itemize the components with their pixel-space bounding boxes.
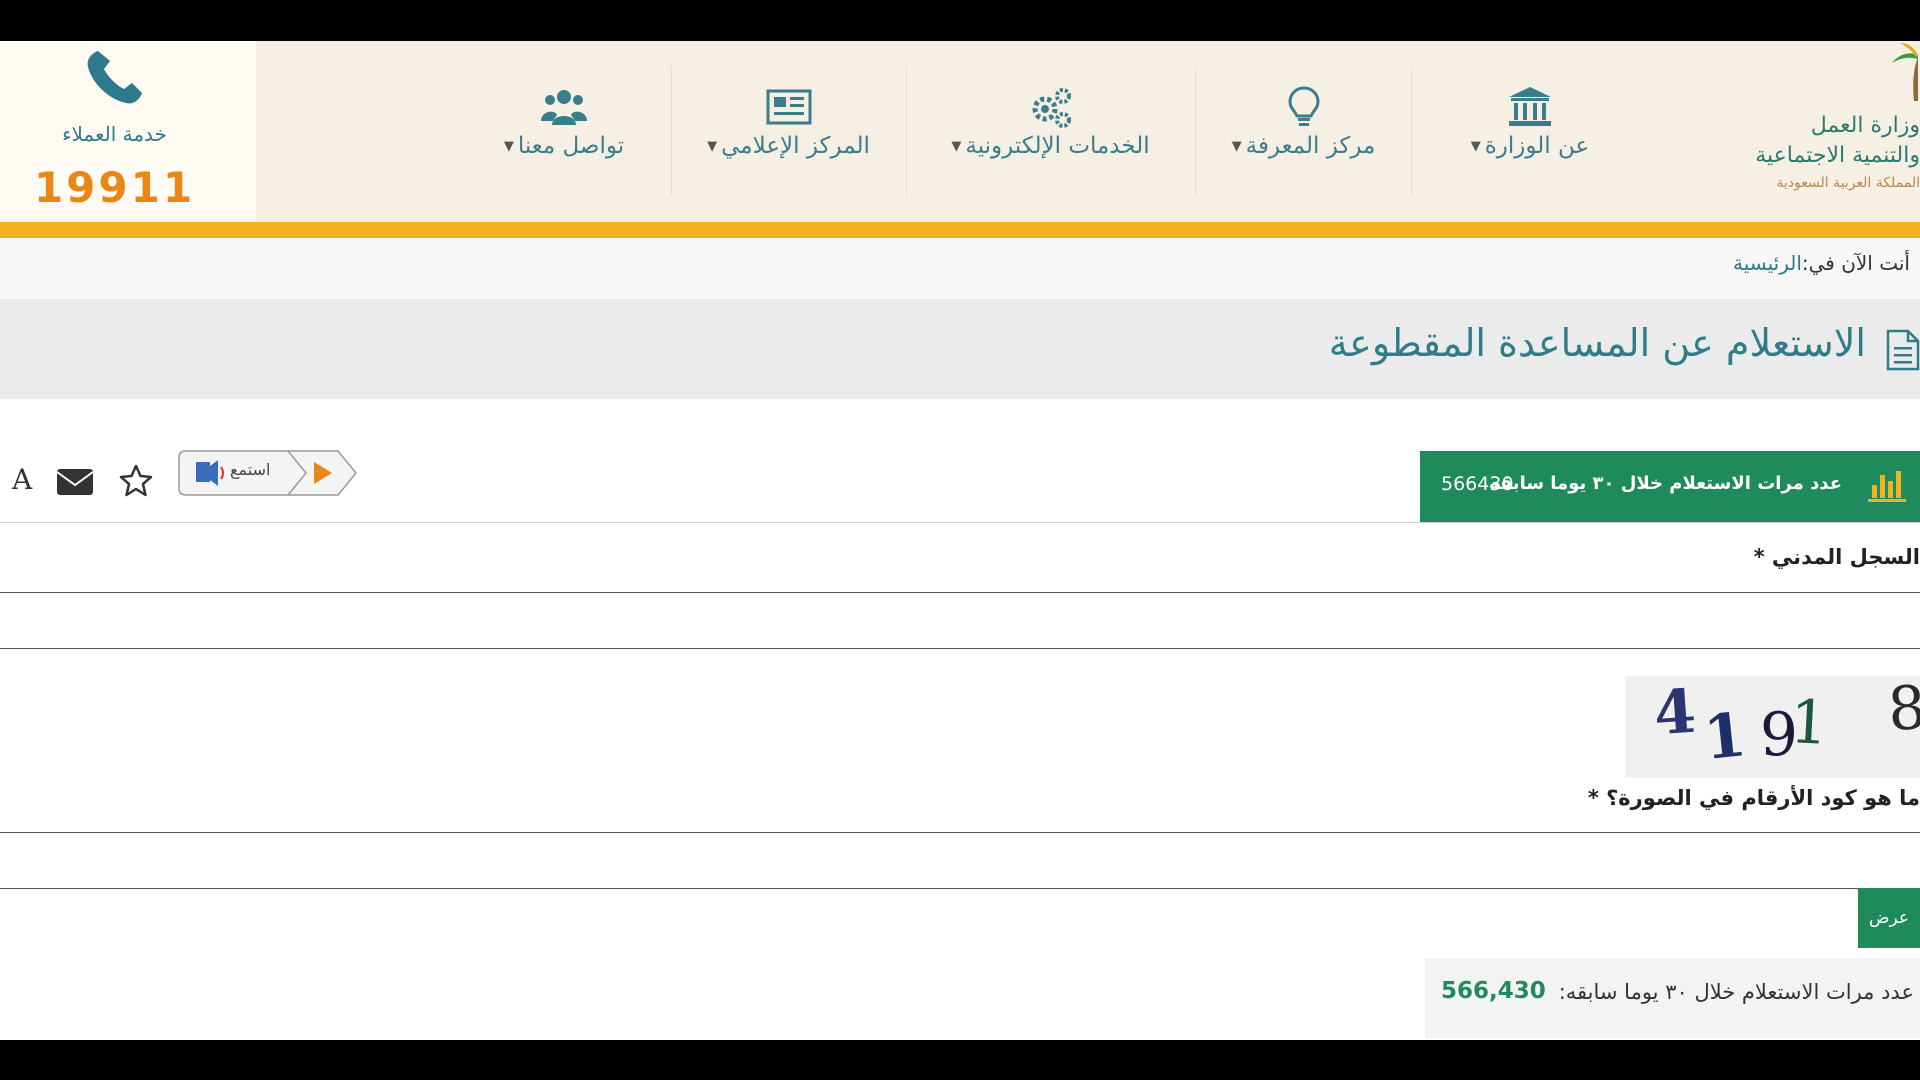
captcha-digit: 1 [1700, 700, 1750, 774]
chevron-down-icon: ▼ [1231, 139, 1242, 154]
nav-about-ministry[interactable]: عن الوزارة▼ [1412, 41, 1648, 222]
inquiry-count-value: 566,430 [1441, 978, 1546, 1004]
nav-e-services[interactable]: الخدمات الإلكترونية▼ [906, 41, 1195, 222]
captcha-input[interactable] [0, 832, 1920, 889]
listen-label: استمع [230, 460, 271, 479]
lightbulb-icon [1287, 86, 1320, 126]
palm-tree-icon [1892, 43, 1918, 101]
nav-divider [671, 66, 672, 196]
bar-chart-icon [1868, 471, 1906, 502]
captcha-label: ما هو كود الأرقام في الصورة؟ * [1587, 786, 1920, 810]
nav-label: الخدمات الإلكترونية▼ [951, 133, 1150, 159]
logo-line-1: وزارة العمل [1810, 113, 1920, 138]
captcha-image: 8 1 9 1 4 [1625, 676, 1920, 778]
phone-icon [87, 51, 142, 104]
inquiry-count-label: عدد مرات الاستعلام خلال ٣٠ يوما سابقه: [1558, 980, 1914, 1004]
civil-id-input[interactable] [0, 592, 1920, 649]
nav-label: المركز الإعلامي▼ [707, 133, 870, 159]
chevron-down-icon: ▼ [951, 139, 962, 154]
font-size-toggle[interactable]: A [12, 463, 32, 496]
newspaper-icon [766, 89, 811, 125]
gears-icon [1032, 88, 1071, 128]
nav-knowledge-center[interactable]: مركز المعرفة▼ [1196, 41, 1411, 222]
captcha-digit: 4 [1651, 676, 1699, 750]
stats-bar: عدد مرات الاستعلام خلال ٣٠ يوما سابقه 56… [1420, 451, 1920, 522]
breadcrumb-home-link[interactable]: الرئيسية [1733, 251, 1802, 275]
header-accent-bar [0, 222, 1920, 238]
stats-label: عدد مرات الاستعلام خلال ٣٠ يوما سابقه [1488, 473, 1842, 494]
nav-media-center[interactable]: المركز الإعلامي▼ [671, 41, 906, 222]
nav-label: عن الوزارة▼ [1470, 133, 1590, 159]
bank-icon [1509, 87, 1551, 126]
civil-id-label: السجل المدني * [1753, 545, 1920, 569]
nav-contact-us[interactable]: تواصل معنا▼ [458, 41, 670, 222]
page-title-band: الاستعلام عن المساعدة المقطوعة [0, 299, 1920, 399]
captcha-digit: 9 [1759, 700, 1798, 770]
document-icon [1886, 329, 1920, 371]
chevron-down-icon: ▼ [1470, 139, 1481, 154]
customer-service-number[interactable]: 19911 [0, 163, 229, 212]
breadcrumb-prefix: أنت الآن في: [1801, 251, 1910, 275]
inquiry-count-box: عدد مرات الاستعلام خلال ٣٠ يوما سابقه: 5… [1425, 958, 1920, 1038]
nav-label: تواصل معنا▼ [503, 133, 625, 159]
customer-service-label: خدمة العملاء [62, 122, 167, 146]
page-title: الاستعلام عن المساعدة المقطوعة [1328, 321, 1866, 365]
breadcrumb-text: أنت الآن في:الرئيسية [1733, 251, 1910, 275]
site-header: خدمة العملاء 19911 عن الوزارة▼ مركز المع… [0, 41, 1920, 222]
logo-line-2: والتنمية الاجتماعية [1755, 143, 1920, 168]
nav-divider [906, 66, 907, 196]
submit-button[interactable]: عرض [1858, 888, 1920, 948]
chevron-down-icon: ▼ [503, 139, 514, 154]
nav-divider [1411, 66, 1412, 196]
captcha-digit: 8 [1885, 676, 1920, 746]
nav-divider [1195, 66, 1196, 196]
star-icon[interactable] [118, 463, 154, 499]
stats-value: 566430 [1441, 473, 1514, 495]
ministry-logo[interactable]: وزارة العمل والتنمية الاجتماعية المملكة … [1755, 41, 1920, 222]
nav-label: مركز المعرفة▼ [1231, 133, 1376, 159]
chevron-down-icon: ▼ [707, 139, 718, 154]
mail-icon[interactable] [56, 467, 94, 497]
customer-service-box[interactable]: خدمة العملاء 19911 [0, 41, 256, 222]
divider [0, 522, 1920, 523]
users-icon [541, 90, 587, 125]
page: خدمة العملاء 19911 عن الوزارة▼ مركز المع… [0, 41, 1920, 1040]
logo-line-3: المملكة العربية السعودية [1776, 175, 1920, 191]
